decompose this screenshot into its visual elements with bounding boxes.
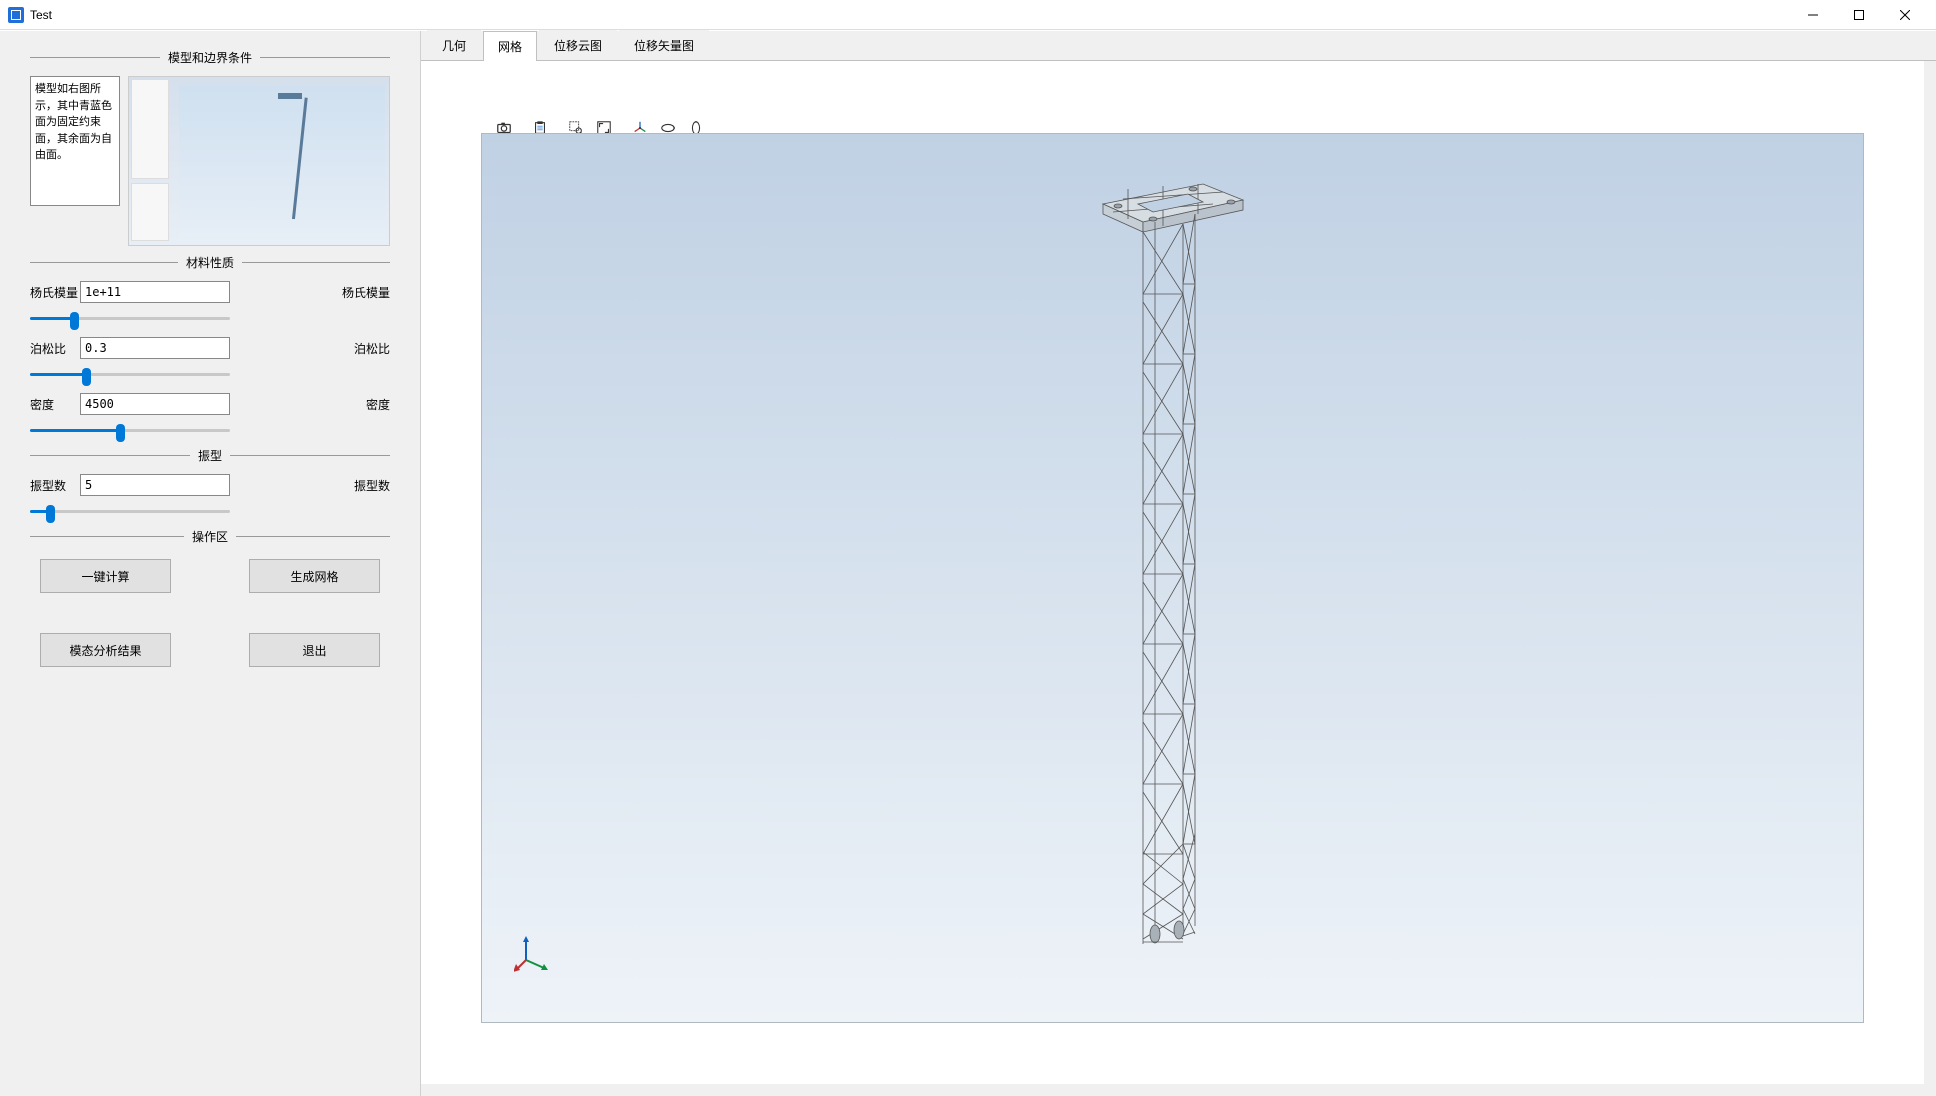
tabs: 几何 网格 位移云图 位移矢量图 [421, 31, 1936, 61]
modes-input[interactable] [80, 474, 230, 496]
section-mode: 振型 [30, 447, 390, 464]
section-model-bc-label: 模型和边界条件 [160, 49, 260, 66]
section-model-bc: 模型和边界条件 [30, 49, 390, 66]
modes-label-right: 振型数 [314, 477, 390, 494]
youngs-label-right: 杨氏模量 [302, 284, 390, 301]
section-ops: 操作区 [30, 528, 390, 545]
action-buttons: 一键计算 生成网格 模态分析结果 退出 [30, 559, 390, 667]
minimize-button[interactable] [1790, 0, 1836, 30]
modes-label-left: 振型数 [30, 477, 80, 494]
density-slider[interactable] [30, 421, 230, 439]
model-description: 模型如右图所示，其中青蓝色面为固定约束面，其余面为自由面。 [30, 76, 120, 206]
maximize-button[interactable] [1836, 0, 1882, 30]
density-row: 密度 密度 [30, 393, 390, 415]
window-title: Test [30, 8, 52, 22]
poisson-label-left: 泊松比 [30, 340, 80, 357]
model-row: 模型如右图所示，其中青蓝色面为固定约束面，其余面为自由面。 [30, 76, 390, 246]
viewport-3d[interactable] [481, 133, 1864, 1023]
tab-disp-cloud[interactable]: 位移云图 [539, 30, 617, 60]
compute-button[interactable]: 一键计算 [40, 559, 171, 593]
density-label-right: 密度 [326, 396, 390, 413]
poisson-label-right: 泊松比 [314, 340, 390, 357]
density-label-left: 密度 [30, 396, 80, 413]
canvas-area [421, 61, 1924, 1084]
poisson-row: 泊松比 泊松比 [30, 337, 390, 359]
model-preview[interactable] [128, 76, 390, 246]
section-material-label: 材料性质 [178, 254, 242, 271]
mesh-button[interactable]: 生成网格 [249, 559, 380, 593]
content: 模型和边界条件 模型如右图所示，其中青蓝色面为固定约束面，其余面为自由面。 材料… [0, 30, 1936, 1096]
tower-mesh [1083, 164, 1263, 964]
results-button[interactable]: 模态分析结果 [40, 633, 171, 667]
tab-disp-vec[interactable]: 位移矢量图 [619, 30, 709, 60]
app-icon [8, 7, 24, 23]
poisson-input[interactable] [80, 337, 230, 359]
tab-mesh[interactable]: 网格 [483, 31, 537, 61]
poisson-slider[interactable] [30, 365, 230, 383]
youngs-row: 杨氏模量 杨氏模量 [30, 281, 390, 303]
modes-row: 振型数 振型数 [30, 474, 390, 496]
sidebar: 模型和边界条件 模型如右图所示，其中青蓝色面为固定约束面，其余面为自由面。 材料… [0, 31, 420, 1096]
youngs-input[interactable] [80, 281, 230, 303]
youngs-slider[interactable] [30, 309, 230, 327]
section-ops-label: 操作区 [184, 528, 236, 545]
close-button[interactable] [1882, 0, 1928, 30]
tab-geom[interactable]: 几何 [427, 30, 481, 60]
modes-slider[interactable] [30, 502, 230, 520]
youngs-label-left: 杨氏模量 [30, 284, 80, 301]
section-material: 材料性质 [30, 254, 390, 271]
window-controls [1790, 0, 1928, 30]
axes-triad [514, 932, 554, 972]
exit-button[interactable]: 退出 [249, 633, 380, 667]
main: 几何 网格 位移云图 位移矢量图 [420, 31, 1936, 1096]
titlebar: Test [0, 0, 1936, 30]
section-mode-label: 振型 [190, 447, 230, 464]
density-input[interactable] [80, 393, 230, 415]
